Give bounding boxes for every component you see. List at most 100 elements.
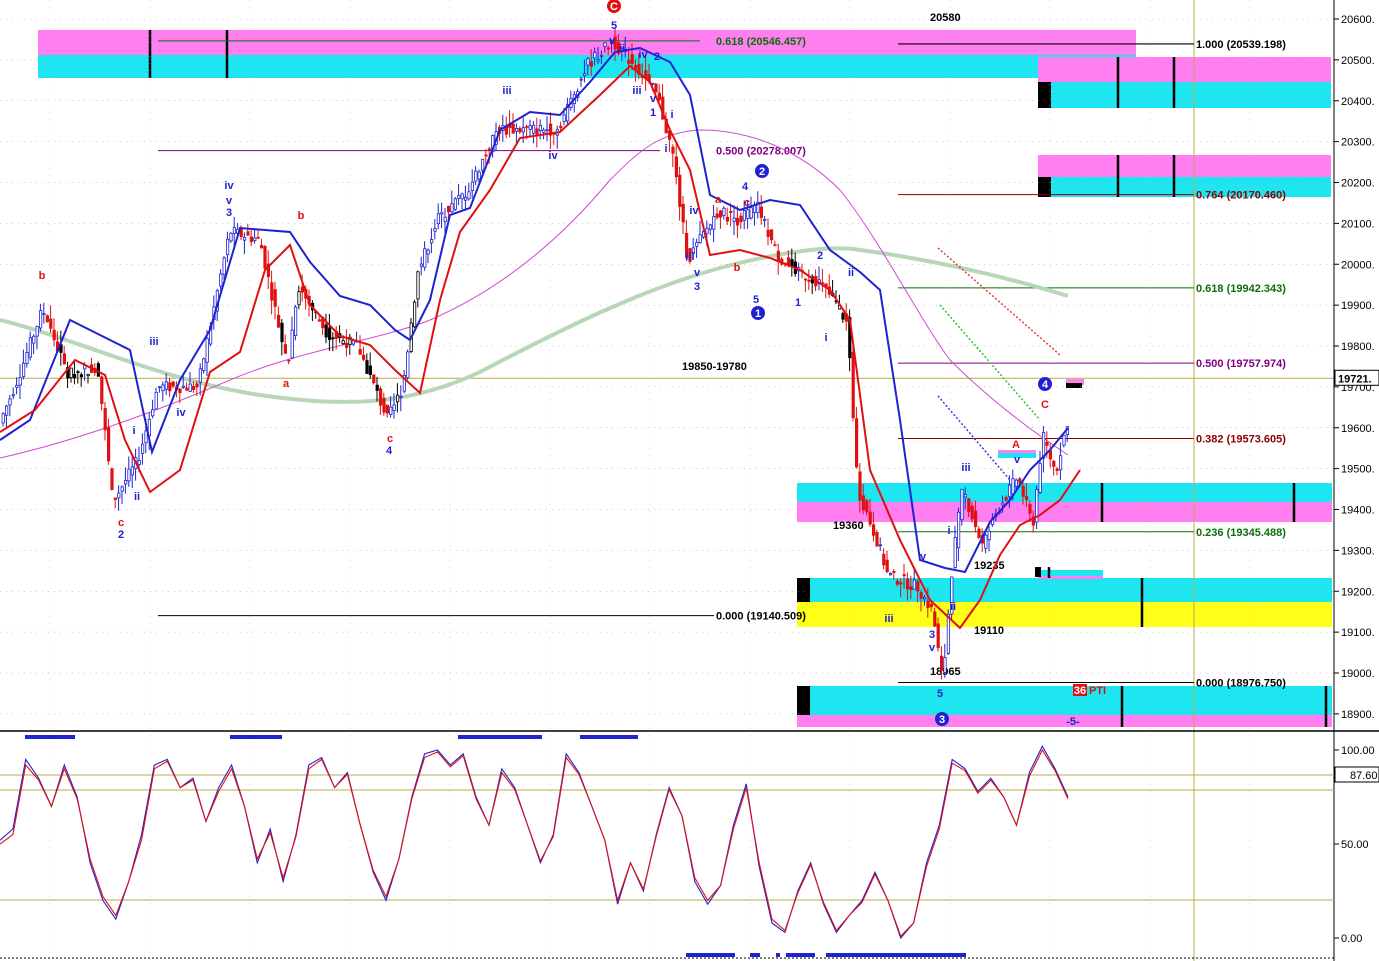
candle-body [912, 579, 917, 590]
candle-body [52, 329, 56, 341]
candle-body [868, 511, 872, 525]
candle-body [579, 78, 583, 81]
candle-body [113, 497, 117, 500]
zone-box [797, 602, 1332, 627]
candle-body [477, 171, 481, 180]
candle-body [589, 61, 594, 67]
candle-body [705, 227, 709, 234]
candle-body [280, 322, 284, 343]
candle-body [902, 574, 906, 577]
candle-body [202, 358, 206, 371]
zone-box [797, 578, 1332, 602]
candle-body [909, 586, 913, 591]
candle-body [1008, 484, 1012, 498]
zone-marker [1035, 567, 1041, 577]
osc-marker-value: 87.60 [1350, 770, 1378, 782]
candle-body [875, 532, 879, 547]
signal-bar [230, 735, 282, 739]
candle-body [1021, 485, 1025, 497]
candle-body [480, 158, 485, 171]
candle-body [759, 206, 764, 218]
left-fib-label: 0.618 (20546.457) [716, 36, 806, 48]
fib-level-label: 0.764 (20170.460) [1196, 190, 1286, 202]
candle-body [515, 127, 519, 132]
candle-body [412, 301, 417, 328]
wave-label: 3 [939, 714, 945, 726]
axis-tick-label: 19600. [1341, 423, 1375, 435]
zone-box [797, 715, 1332, 727]
candle-body [232, 227, 236, 234]
candle-body [630, 54, 634, 64]
axis-tick-label: 20100. [1341, 218, 1375, 230]
candle-body [892, 570, 896, 573]
candle-body [865, 500, 869, 513]
candle-body [926, 600, 930, 609]
candle-body [389, 406, 393, 415]
wave-label: v [1014, 454, 1021, 466]
candle-body [906, 578, 910, 590]
candle-body [674, 156, 679, 178]
candle-body [188, 383, 192, 392]
candle-body [953, 537, 957, 568]
axis-tick-label: 20300. [1341, 137, 1375, 149]
trendlines [937, 247, 1061, 481]
wave-label: iv [638, 49, 648, 61]
wave-label: v [609, 35, 616, 47]
wave-label: b [39, 270, 46, 282]
candle-body [426, 249, 430, 255]
candle-body [344, 342, 349, 348]
candle-body [603, 42, 607, 47]
axis-tick-label: 20400. [1341, 96, 1375, 108]
wave-label: 5 [753, 294, 759, 306]
zone-marker [797, 686, 810, 715]
candle-body [246, 231, 250, 236]
candle-body [749, 207, 753, 219]
wave-label: iii [149, 336, 158, 348]
price-note: 20580 [930, 12, 961, 24]
axis-tick-label: 19000. [1341, 668, 1375, 680]
wave-label: iii [961, 462, 970, 474]
signal-bar [776, 953, 780, 957]
wave-label: 4 [742, 181, 749, 193]
pti-label: PTI [1089, 685, 1106, 697]
candle-body [841, 313, 845, 320]
price-note: 19235 [974, 560, 1005, 572]
candle-body [732, 217, 736, 222]
candle-body [171, 381, 175, 387]
candle-body [899, 582, 903, 585]
candle-body [137, 460, 141, 465]
wave-label: iv [689, 205, 699, 217]
wave-label: c [387, 433, 393, 445]
candle-body [807, 280, 811, 282]
wave-label: -5- [1066, 716, 1080, 728]
candle-body [198, 368, 202, 383]
candle-body [110, 468, 114, 490]
wave-label: 1 [795, 297, 801, 309]
candle-body [916, 581, 920, 592]
candle-body [79, 374, 83, 378]
candle-body [225, 238, 230, 256]
candle-body [878, 544, 883, 547]
candle-body [889, 573, 893, 576]
candle-body [773, 244, 777, 247]
candle-body [39, 310, 43, 329]
candle-body [936, 623, 940, 649]
candle-body [62, 353, 67, 365]
candle-body [423, 248, 427, 268]
candle-body [739, 215, 743, 223]
candle-body [946, 613, 951, 654]
candle-body [1018, 478, 1022, 483]
wave-label: ii [950, 601, 956, 613]
candle-body [429, 239, 434, 244]
wave-label: iii [884, 613, 893, 625]
zone-marker [1038, 82, 1051, 108]
candle-body [191, 386, 196, 390]
zone-box [797, 686, 1332, 715]
candle-body [657, 92, 662, 100]
signal-bar [686, 953, 735, 957]
last-price-value: 19721. [1338, 373, 1372, 385]
candle-body [28, 337, 33, 358]
candle-body [361, 354, 366, 360]
wave-label: 3 [226, 207, 232, 219]
osc-axis-label: 50.00 [1341, 839, 1369, 851]
